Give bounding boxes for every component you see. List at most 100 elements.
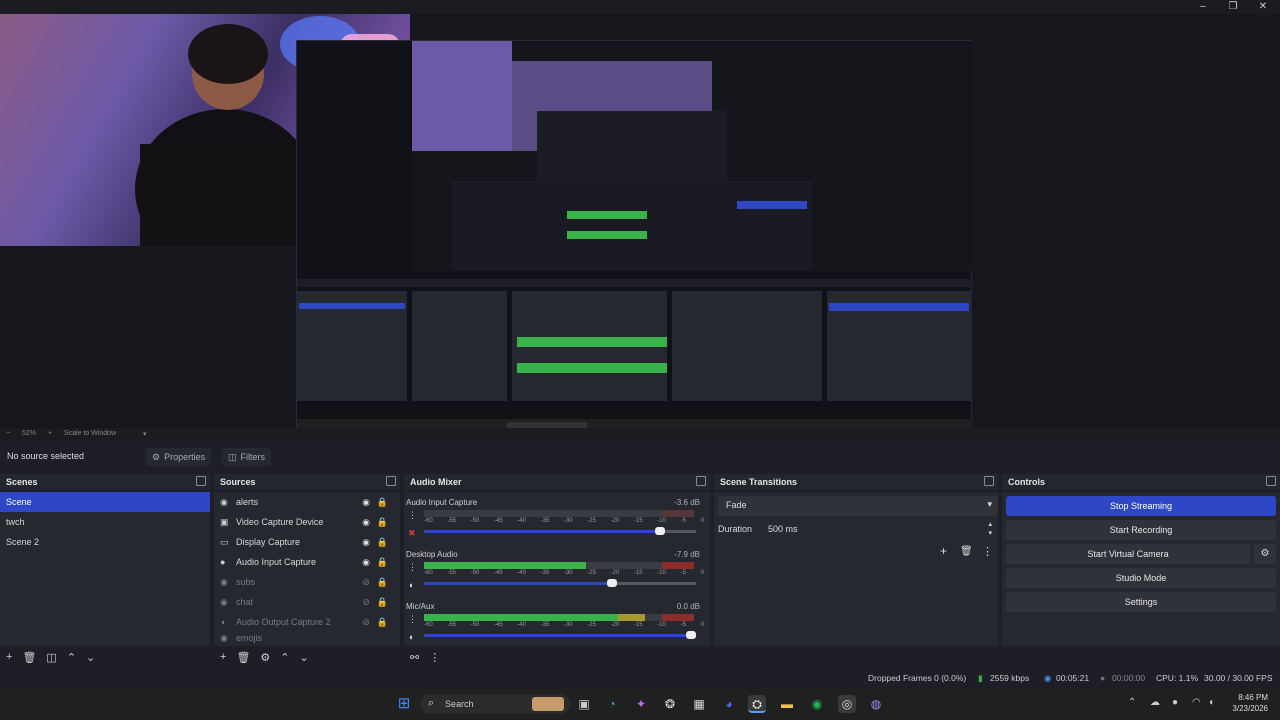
- eye-hidden-icon[interactable]: ⊘: [362, 577, 370, 588]
- slider-knob[interactable]: [654, 527, 665, 535]
- lock-icon[interactable]: 🔒: [377, 577, 388, 588]
- kebab-menu-icon[interactable]: ⋮: [982, 545, 993, 558]
- zoom-in-button[interactable]: +: [48, 430, 52, 437]
- lock-icon[interactable]: 🔒: [377, 537, 388, 548]
- kebab-menu-icon[interactable]: ⋮: [408, 510, 417, 521]
- source-item[interactable]: ◖ Audio Output Capture 2 ⊘ 🔒: [214, 612, 400, 632]
- wifi-icon[interactable]: ◠: [1192, 697, 1201, 708]
- kebab-menu-icon[interactable]: ⋮: [408, 562, 417, 573]
- source-item[interactable]: ▭ Display Capture ◉ 🔒: [214, 532, 400, 552]
- volume-slider[interactable]: [424, 631, 696, 639]
- cloud-icon[interactable]: ☁: [1150, 697, 1160, 708]
- duration-spinbox[interactable]: 500 ms ▴ ▾: [760, 520, 998, 540]
- taskbar-date[interactable]: 3/23/2026: [1224, 704, 1268, 713]
- move-up-icon[interactable]: ⌃: [280, 651, 289, 664]
- edge-icon[interactable]: ◔: [603, 695, 621, 713]
- volume-icon[interactable]: ◖: [1208, 697, 1214, 708]
- source-item[interactable]: ● Audio Input Capture ◉ 🔒: [214, 552, 400, 572]
- meter-tick-label: -15: [633, 518, 643, 524]
- trash-icon[interactable]: 🗑: [22, 651, 36, 664]
- tray-chevron-up-icon[interactable]: ⌃: [1128, 697, 1136, 708]
- lock-icon[interactable]: 🔒: [377, 617, 388, 628]
- task-view-icon[interactable]: ▣: [575, 695, 593, 713]
- slider-knob[interactable]: [686, 631, 696, 639]
- move-down-icon[interactable]: ⌄: [86, 651, 95, 664]
- undock-icon[interactable]: [696, 476, 706, 486]
- app-icon[interactable]: ◍: [867, 695, 885, 713]
- source-item[interactable]: ◉ alerts ◉ 🔒: [214, 492, 400, 512]
- kebab-menu-icon[interactable]: ⋮: [429, 651, 440, 664]
- link-icon[interactable]: ⚯: [410, 651, 419, 664]
- source-item[interactable]: ◉ subs ⊘ 🔒: [214, 572, 400, 592]
- mic-icon[interactable]: ●: [1172, 697, 1178, 708]
- eye-hidden-icon[interactable]: ⊘: [362, 617, 370, 628]
- eye-icon[interactable]: ◉: [362, 517, 370, 528]
- scale-mode-select[interactable]: Scale to Window: [64, 430, 116, 437]
- undock-icon[interactable]: [1266, 476, 1276, 486]
- filters-button[interactable]: ◫ Filters: [222, 448, 272, 466]
- store-icon[interactable]: ▦: [690, 695, 708, 713]
- discord-icon[interactable]: ◕: [720, 695, 738, 713]
- maximize-button[interactable]: ❐: [1218, 0, 1248, 14]
- settings-button[interactable]: Settings: [1006, 592, 1276, 612]
- source-item[interactable]: ◉ chat ⊘ 🔒: [214, 592, 400, 612]
- scene-item-twch[interactable]: twch: [0, 512, 210, 532]
- add-icon[interactable]: +: [6, 651, 12, 663]
- source-item[interactable]: ◉ emojis: [214, 632, 400, 644]
- controls-dock: Controls Stop Streaming Start Recording …: [1002, 474, 1280, 666]
- muted-speaker-icon[interactable]: ✖: [408, 528, 416, 539]
- source-label: chat: [236, 597, 254, 607]
- move-down-icon[interactable]: ⌄: [300, 651, 309, 664]
- source-label: subs: [236, 577, 256, 587]
- taskbar-search[interactable]: ⌕ Search: [420, 694, 570, 714]
- eye-icon[interactable]: ◉: [362, 497, 370, 508]
- studio-mode-button[interactable]: Studio Mode: [1006, 568, 1276, 588]
- filter-icon[interactable]: ◫: [46, 651, 56, 664]
- properties-button[interactable]: ⚙ Properties: [146, 448, 212, 466]
- volume-slider[interactable]: [424, 527, 696, 535]
- close-button[interactable]: ✕: [1248, 0, 1278, 14]
- speaker-icon[interactable]: ◖: [408, 580, 413, 590]
- trash-icon[interactable]: 🗑: [236, 651, 250, 664]
- undock-icon[interactable]: [196, 476, 206, 486]
- add-icon[interactable]: +: [940, 544, 947, 558]
- add-icon[interactable]: +: [220, 651, 226, 663]
- chevron-down-icon[interactable]: ▾: [143, 430, 147, 438]
- scene-item-scene-2[interactable]: Scene 2: [0, 532, 210, 552]
- move-up-icon[interactable]: ⌃: [67, 651, 76, 664]
- transition-select[interactable]: Fade ▾: [718, 496, 998, 516]
- windows-start-icon[interactable]: ⊞: [395, 695, 413, 713]
- start-recording-button[interactable]: Start Recording: [1006, 520, 1276, 540]
- undock-icon[interactable]: [386, 476, 396, 486]
- trash-icon[interactable]: 🗑: [960, 546, 973, 557]
- steam-icon[interactable]: ⛭: [748, 695, 766, 713]
- stop-streaming-button[interactable]: Stop Streaming: [1006, 496, 1276, 516]
- slider-knob[interactable]: [607, 579, 618, 587]
- chatgpt-icon[interactable]: ❂: [661, 695, 679, 713]
- preview-canvas[interactable]: [0, 14, 1280, 435]
- spotify-icon[interactable]: ◉: [808, 695, 826, 713]
- volume-slider[interactable]: [424, 579, 696, 587]
- minimize-button[interactable]: –: [1188, 0, 1218, 14]
- lock-icon[interactable]: 🔒: [377, 597, 388, 608]
- undock-icon[interactable]: [984, 476, 994, 486]
- eye-icon[interactable]: ◉: [362, 557, 370, 568]
- lock-icon[interactable]: 🔒: [377, 497, 388, 508]
- copilot-icon[interactable]: ✦: [632, 695, 650, 713]
- obs-icon[interactable]: ◎: [838, 695, 856, 713]
- taskbar-time[interactable]: 8:46 PM: [1232, 693, 1268, 702]
- lock-icon[interactable]: 🔒: [377, 557, 388, 568]
- speaker-icon[interactable]: ◖: [408, 632, 413, 642]
- scene-item-scene[interactable]: Scene: [0, 492, 210, 512]
- eye-hidden-icon[interactable]: ⊘: [362, 597, 370, 608]
- kebab-menu-icon[interactable]: ⋮: [408, 614, 417, 625]
- gear-icon[interactable]: ⚙: [1254, 544, 1276, 564]
- eye-icon[interactable]: ◉: [362, 537, 370, 548]
- start-virtual-camera-button[interactable]: Start Virtual Camera: [1006, 544, 1250, 564]
- meter-tick-label: -60: [424, 622, 433, 628]
- zoom-out-button[interactable]: −: [6, 430, 10, 437]
- folder-icon[interactable]: ▬: [778, 695, 796, 713]
- gear-icon[interactable]: ⚙: [260, 651, 270, 664]
- lock-icon[interactable]: 🔒: [377, 517, 388, 528]
- source-item[interactable]: ▣ Video Capture Device ◉ 🔒: [214, 512, 400, 532]
